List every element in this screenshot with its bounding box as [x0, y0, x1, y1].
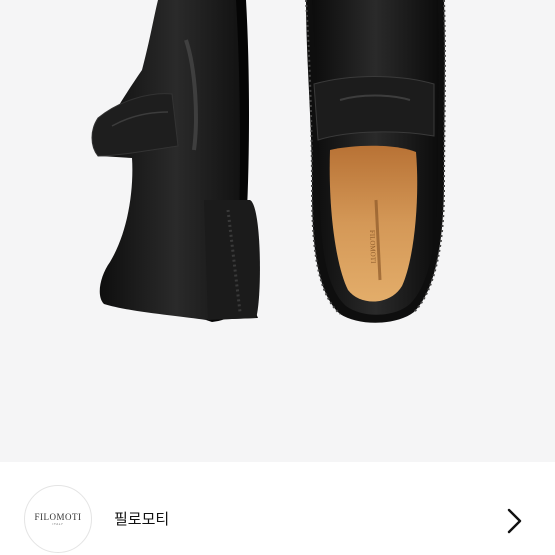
- chevron-right-icon[interactable]: [502, 507, 526, 535]
- product-photo[interactable]: FILOMOTI: [0, 0, 555, 462]
- svg-text:FILOMOTI: FILOMOTI: [368, 230, 377, 264]
- loafer-shoes-icon: FILOMOTI: [91, 0, 446, 323]
- seller-name[interactable]: 필로모티: [114, 509, 169, 529]
- logo-text: FILOMOTI: [34, 511, 82, 522]
- seller-logo[interactable]: FILOMOTI ITALY: [24, 485, 92, 553]
- seller-row[interactable]: FILOMOTI ITALY 필로모티: [0, 462, 555, 555]
- logo-subtext: ITALY: [52, 521, 64, 526]
